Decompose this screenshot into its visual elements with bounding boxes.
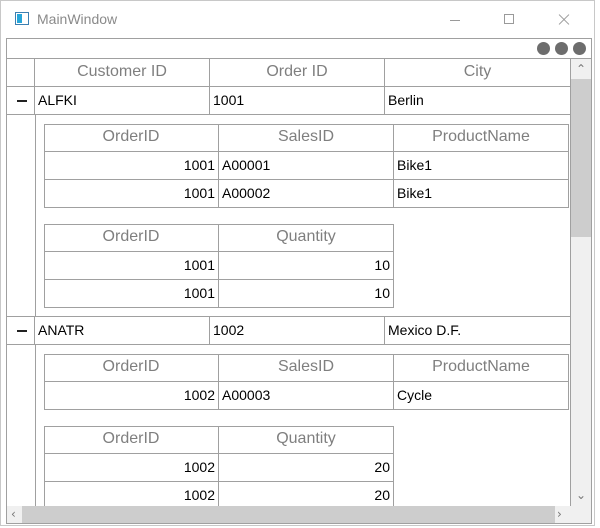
scroll-right-icon[interactable]: › — [557, 508, 562, 520]
collapse-icon[interactable] — [17, 100, 27, 102]
cell-customer-id[interactable]: ANATR — [35, 317, 210, 345]
collapse-icon[interactable] — [17, 330, 27, 332]
scroll-left-icon[interactable]: ‹ — [11, 508, 16, 520]
title-bar: MainWindow — [1, 1, 594, 37]
column-header-city[interactable]: City — [385, 59, 571, 87]
window-title: MainWindow — [37, 11, 118, 27]
more-options-dot-icon[interactable] — [537, 42, 550, 55]
detail-view — [7, 345, 571, 506]
scrollbar-corner — [571, 506, 591, 523]
detail-view — [7, 115, 571, 317]
cell-city[interactable]: Mexico D.F. — [385, 317, 571, 345]
scroll-down-icon[interactable]: ⌄ — [576, 489, 586, 501]
data-grid: Customer ID Order ID City ALFKI 1001 Berlin Or… — [6, 38, 592, 524]
detail-divider — [35, 345, 36, 506]
maximize-button[interactable] — [486, 7, 532, 33]
grid-viewport: Customer ID Order ID City ALFKI 1001 Berlin Or… — [7, 59, 571, 506]
minimize-button[interactable] — [432, 7, 478, 33]
cell-order-id[interactable]: 1002 — [210, 317, 385, 345]
scroll-up-icon[interactable]: ⌃ — [576, 63, 586, 75]
horizontal-scrollbar[interactable]: ‹ › — [7, 506, 571, 523]
cell-customer-id[interactable]: ALFKI — [35, 87, 210, 115]
grid-content: Customer ID Order ID City ALFKI 1001 Berlin Or… — [7, 59, 571, 506]
column-header-customer-id[interactable]: Customer ID — [35, 59, 210, 87]
detail-divider — [35, 115, 36, 317]
close-button[interactable] — [540, 7, 586, 33]
cell-city[interactable]: Berlin — [385, 87, 571, 115]
expander-header — [7, 59, 35, 87]
more-options-dot-icon[interactable] — [573, 42, 586, 55]
vertical-scrollbar[interactable]: ⌃ ⌄ — [571, 59, 591, 506]
horizontal-scroll-thumb[interactable] — [22, 506, 555, 523]
more-options-dot-icon[interactable] — [555, 42, 568, 55]
main-window: MainWindow Customer ID Order ID City ALFKI 1… — [0, 0, 595, 526]
cell-order-id[interactable]: 1001 — [210, 87, 385, 115]
vertical-scroll-thumb[interactable] — [571, 79, 591, 237]
app-icon — [15, 12, 29, 25]
grid-toolbar — [7, 39, 591, 59]
column-header-order-id[interactable]: Order ID — [210, 59, 385, 87]
